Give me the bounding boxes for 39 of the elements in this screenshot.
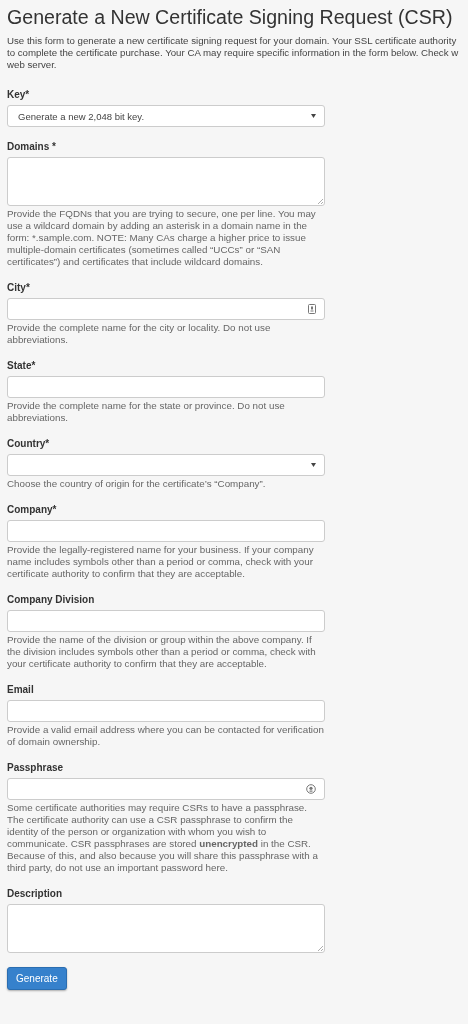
- help-text: Provide the name of the division or group within the above company. If the division includes symbols other than a period or comma, check with your certificate authority to confirm that they are acceptable.: [7, 634, 317, 670]
- field-label: Company*: [7, 504, 58, 515]
- resize-grip-icon: [317, 198, 323, 204]
- help-text: Provide the complete name for the state or province. Do not use abbreviations.: [7, 400, 286, 424]
- intro-text: Use this form to generate a new certificate signing request for your domain. Your SSL certificate authority: [7, 35, 457, 47]
- field-label: Company Division: [7, 594, 96, 605]
- caret-icon: [311, 114, 316, 118]
- intro-text: web server.: [7, 59, 57, 71]
- field-label: City*: [7, 282, 31, 293]
- field-label: Email: [7, 684, 35, 695]
- select-field[interactable]: Generate a new 2,048 bit key.: [7, 105, 325, 127]
- field-label: Description: [7, 888, 63, 899]
- help-text: Some certificate authorities may require CSRs to have a passphrase. The certificate authority can use a CSR passphrase to confirm the identity of the person or organization with whom you wish to communicate. CSR passphrases are stored unencrypted in the CSR. Because of this, and also because you will share this passphrase with a third party, do not use an important password here.: [7, 802, 319, 874]
- text-area[interactable]: [7, 904, 325, 953]
- help-text: Provide the legally-registered name for your business. If your company name includes symbols other than a period or comma, check with your certificate authority to confirm that they are acceptable.: [7, 544, 315, 580]
- generate-button[interactable]: Generate: [7, 967, 67, 990]
- intro-text: to complete the certificate purchase. Your CA may require specific information in the form below. Check w: [7, 47, 459, 59]
- input-field[interactable]: [7, 700, 325, 722]
- input-field[interactable]: [7, 520, 325, 542]
- field-label: Domains *: [7, 141, 57, 152]
- select-field[interactable]: [7, 454, 325, 476]
- help-text: Provide a valid email address where you can be contacted for verification of domain ownership.: [7, 724, 325, 748]
- field-label: Passphrase: [7, 762, 65, 773]
- caret-icon: [311, 463, 316, 467]
- contact-card-icon: [308, 304, 316, 314]
- page-title: Generate a New Certificate Signing Request (CSR): [7, 6, 454, 29]
- help-text: Choose the country of origin for the certificate’s “Company”.: [7, 478, 267, 490]
- key-circle-icon: [306, 784, 316, 794]
- help-text: Provide the complete name for the city or locality. Do not use abbreviations.: [7, 322, 272, 346]
- field-label: State*: [7, 360, 37, 371]
- input-field[interactable]: [7, 610, 325, 632]
- input-field[interactable]: [7, 298, 325, 320]
- field-label: Country*: [7, 438, 51, 449]
- field-label: Key*: [7, 89, 31, 100]
- input-field[interactable]: [7, 778, 325, 800]
- help-text: Provide the FQDNs that you are trying to secure, one per line. You may use a wildcard domain by adding an asterisk in a domain name in the form: *.sample.com. NOTE: Many CAs charge a higher price to issue multiple-domain certificates (sometimes called “UCCs” or “SAN certificates”) and certificates that include wildcard domains.: [7, 208, 317, 268]
- resize-grip-icon: [317, 945, 323, 951]
- input-field[interactable]: [7, 376, 325, 398]
- text-area[interactable]: [7, 157, 325, 206]
